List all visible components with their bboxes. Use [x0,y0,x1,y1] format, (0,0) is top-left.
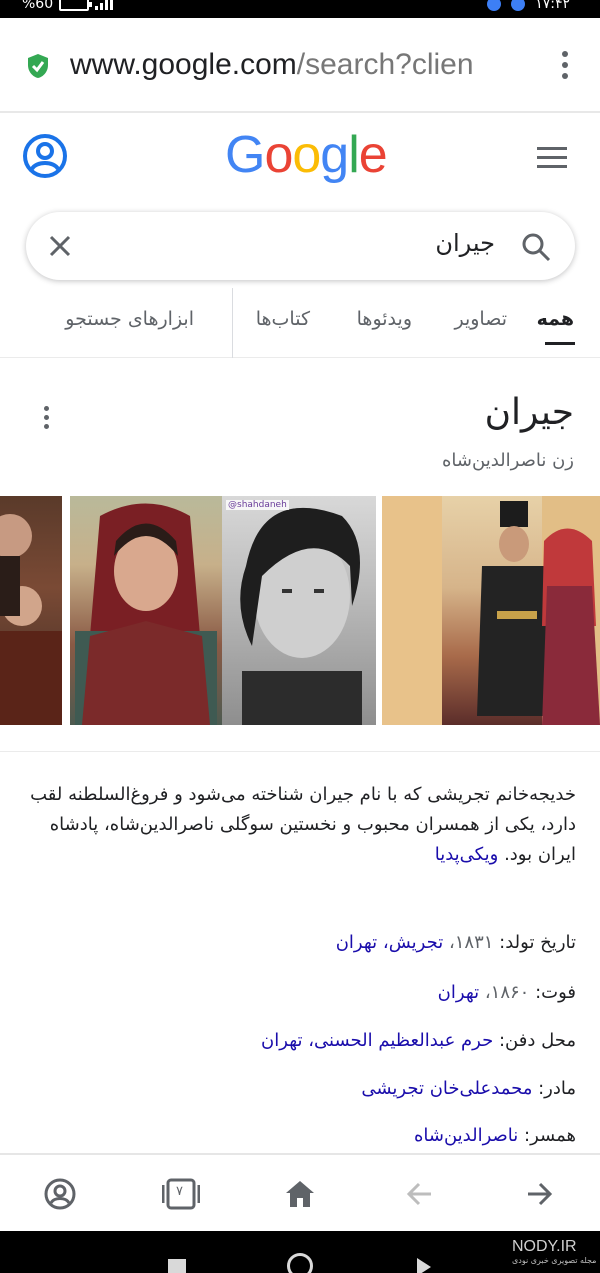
notification-icon [487,0,502,11]
tab-all[interactable]: همه [537,308,574,330]
tab-books[interactable]: کتاب‌ها [256,308,310,330]
image-watermark: @shahdaneh [226,500,289,510]
fact-value: ۱۸۳۱، [443,932,494,953]
clock: ۱۷:۴۲ [535,0,570,12]
logo-letter: o [264,126,293,184]
system-nav-bar: NODY.IR مجله تصویری خبری نودی [0,1231,600,1273]
status-bar: %60 ۱۷:۴۲ [0,0,600,18]
carousel-image[interactable] [0,496,62,725]
logo-letter: e [358,126,388,184]
status-right: ۱۷:۴۲ [487,0,570,12]
search-input[interactable]: جیران [435,229,495,257]
url-domain: www.google.com [70,48,297,81]
tab-videos[interactable]: ویدئوها [357,308,412,330]
account-icon[interactable] [43,1177,77,1211]
search-icon[interactable] [521,232,551,262]
tab-switcher-icon[interactable]: ۷ [162,1177,200,1211]
recents-icon[interactable] [168,1259,186,1273]
shield-check-icon [28,54,48,78]
notification-icon [511,0,526,11]
logo-letter: o [292,126,321,184]
image-carousel: @shahdaneh [0,496,600,725]
more-vert-icon[interactable] [562,51,568,81]
carousel-image[interactable] [70,496,222,725]
tab-images[interactable]: تصاویر [454,308,507,330]
fact-link[interactable]: حرم عبدالعظیم الحسنی، تهران [261,1030,493,1051]
logo-letter: g [320,126,349,184]
battery-icon [59,0,93,11]
fact-spouse: همسر: ناصرالدین‌شاه [414,1125,576,1146]
logo-letter: l [348,126,360,184]
home-icon[interactable] [283,1177,317,1211]
back-triangle-icon[interactable] [417,1258,431,1273]
carousel-image[interactable]: @shahdaneh [222,496,376,725]
tab-divider [232,288,233,358]
fact-link[interactable]: ناصرالدین‌شاه [414,1125,518,1146]
signal-icon [95,0,114,10]
knowledge-panel-subtitle: زن ناصرالدین‌شاه [442,450,574,471]
site-watermark: NODY.IR [512,1238,577,1255]
knowledge-panel-title: جیران [484,392,574,433]
fact-link[interactable]: تهران [438,982,479,1003]
fact-link[interactable]: تجریش، تهران [336,932,444,953]
fact-label: همسر: [524,1125,576,1146]
site-watermark-tagline: مجله تصویری خبری نودی [512,1256,597,1265]
logo-letter: G [225,126,265,184]
browser-url-bar: www.google.com/search?clien [0,18,600,113]
browser-toolbar: ۷ [0,1153,600,1231]
search-box[interactable]: جیران [26,212,575,280]
fact-death: فوت: ۱۸۶۰، تهران [438,982,576,1003]
carousel-image[interactable] [382,496,600,725]
home-circle-icon[interactable] [287,1253,313,1273]
knowledge-panel-description: خدیجه‌خانم تجریشی که با نام جیران شناخته… [28,780,576,870]
close-icon[interactable] [46,232,74,260]
fact-label: تاریخ تولد: [499,932,576,953]
section-divider [0,751,600,752]
fact-value: ۱۸۶۰، [479,982,530,1003]
google-logo[interactable]: Google [225,125,388,185]
fact-burial: محل دفن: حرم عبدالعظیم الحسنی، تهران [261,1030,576,1051]
fact-mother: مادر: محمدعلی‌خان تجریشی [361,1078,576,1099]
status-left: %60 [22,0,114,12]
fact-label: محل دفن: [498,1030,576,1051]
fact-birth: تاریخ تولد: ۱۸۳۱، تجریش، تهران [336,932,576,953]
back-arrow-icon[interactable] [403,1177,437,1211]
more-vert-icon[interactable] [44,406,50,432]
fact-link[interactable]: محمدعلی‌خان تجریشی [361,1078,532,1099]
battery-percent: %60 [22,0,54,12]
tab-search-tools[interactable]: ابزارهای جستجو [65,308,194,330]
url-path: /search?clien [296,48,474,81]
fact-label: فوت: [535,982,576,1003]
tab-count: ۷ [176,1184,183,1199]
forward-arrow-icon[interactable] [522,1177,556,1211]
screen: %60 ۱۷:۴۲ www.google.com/search?clien Go… [0,0,600,1273]
url-field[interactable]: www.google.com/search?clien [70,48,530,88]
hamburger-icon[interactable] [537,147,567,169]
search-tabs: همه تصاویر ویدئوها کتاب‌ها ابزارهای جستج… [0,288,600,358]
fact-label: مادر: [538,1078,576,1099]
account-circle-icon[interactable] [22,133,68,179]
active-tab-indicator [545,342,575,345]
wikipedia-link[interactable]: ویکی‌پدیا [435,844,499,865]
